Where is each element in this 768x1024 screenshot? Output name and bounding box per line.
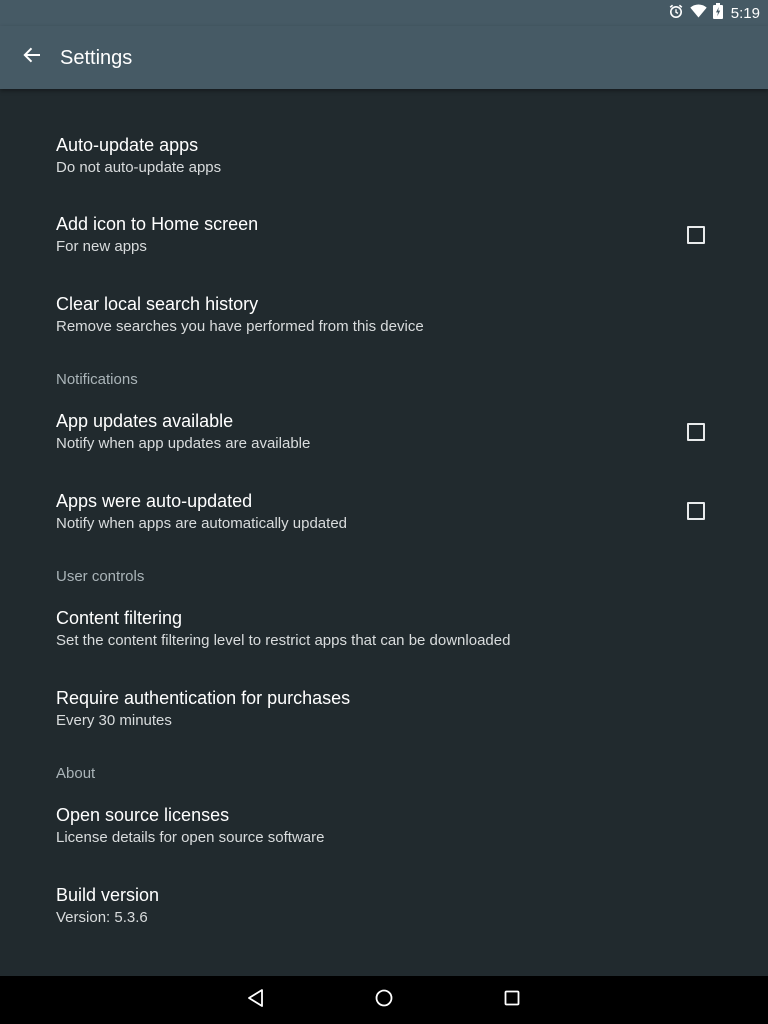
pref-title: Require authentication for purchases	[56, 688, 351, 708]
settings-list: Auto-update apps Do not auto-update apps…	[0, 89, 768, 976]
battery-icon	[712, 2, 723, 24]
pref-title: Add icon to Home screen	[56, 214, 259, 234]
pref-title: App updates available	[56, 411, 234, 431]
wifi-icon	[690, 3, 707, 23]
updates-available-checkbox[interactable]	[687, 423, 705, 441]
nav-back-button[interactable]	[240, 984, 272, 1016]
pref-apps-auto-updated[interactable]: Apps were auto-updated Notify when apps …	[0, 490, 768, 569]
status-time: 5:19	[730, 4, 760, 22]
pref-summary: Set the content filtering level to restr…	[56, 632, 511, 649]
nav-home-icon	[374, 988, 394, 1013]
nav-recents-icon	[502, 988, 522, 1013]
auto-updated-checkbox[interactable]	[687, 502, 705, 520]
pref-summary: Remove searches you have performed from …	[56, 318, 424, 335]
pref-summary: Every 30 minutes	[56, 712, 172, 729]
pref-open-source-licenses[interactable]: Open source licenses License details for…	[0, 804, 768, 883]
pref-title: Content filtering	[56, 608, 183, 628]
alarm-icon	[668, 3, 684, 24]
pref-app-updates-available[interactable]: App updates available Notify when app up…	[0, 410, 768, 489]
nav-back-icon	[246, 988, 266, 1013]
section-header-notifications: Notifications	[56, 371, 138, 388]
status-icons: 5:19	[668, 2, 760, 24]
pref-auto-update-apps[interactable]: Auto-update apps Do not auto-update apps	[0, 134, 768, 213]
nav-home-button[interactable]	[368, 984, 400, 1016]
pref-title: Auto-update apps	[56, 135, 199, 155]
pref-summary: Version: 5.3.6	[56, 909, 148, 926]
back-button[interactable]	[14, 39, 50, 75]
pref-add-icon-home-screen[interactable]: Add icon to Home screen For new apps	[0, 213, 768, 292]
nav-recents-button[interactable]	[496, 984, 528, 1016]
navigation-bar	[0, 976, 768, 1024]
pref-content-filtering[interactable]: Content filtering Set the content filter…	[0, 607, 768, 686]
status-bar: 5:19	[0, 0, 768, 26]
pref-title: Build version	[56, 885, 160, 905]
pref-title: Apps were auto-updated	[56, 491, 253, 511]
pref-summary: Notify when apps are automatically updat…	[56, 515, 348, 532]
pref-summary: For new apps	[56, 238, 147, 255]
pref-require-authentication[interactable]: Require authentication for purchases Eve…	[0, 687, 768, 766]
pref-clear-search-history[interactable]: Clear local search history Remove search…	[0, 293, 768, 372]
add-icon-checkbox[interactable]	[687, 226, 705, 244]
section-header-user-controls: User controls	[56, 568, 145, 585]
pref-title: Clear local search history	[56, 294, 259, 314]
pref-summary: License details for open source software	[56, 829, 325, 846]
pref-summary: Notify when app updates are available	[56, 435, 311, 452]
pref-title: Open source licenses	[56, 805, 230, 825]
app-bar: Settings	[0, 26, 768, 89]
pref-build-version[interactable]: Build version Version: 5.3.6	[0, 884, 768, 963]
pref-summary: Do not auto-update apps	[56, 159, 222, 176]
section-header-about: About	[56, 765, 96, 782]
arrow-back-icon	[22, 45, 42, 70]
page-title: Settings	[60, 47, 133, 69]
